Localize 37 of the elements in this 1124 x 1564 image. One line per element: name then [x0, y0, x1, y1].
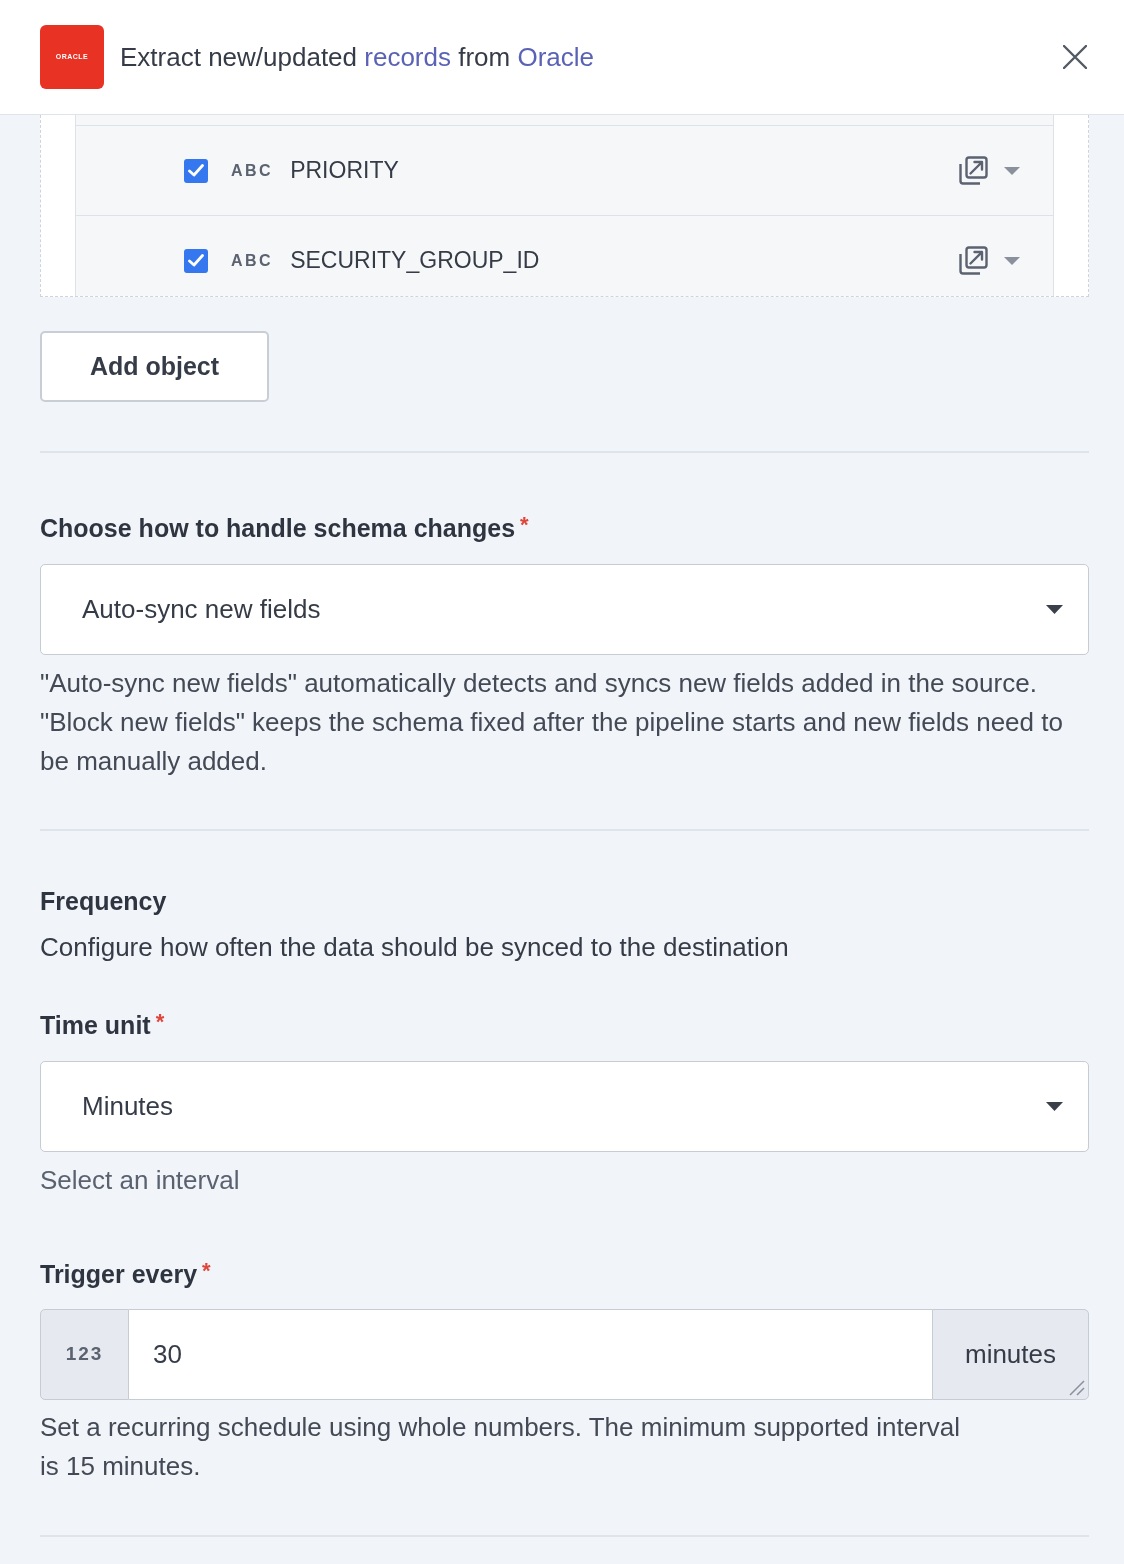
required-mark: * [202, 1259, 211, 1283]
unit-label: minutes [964, 1338, 1056, 1371]
time-unit-select[interactable]: Minutes [40, 1061, 1089, 1152]
close-button[interactable] [1060, 42, 1090, 72]
caret-down-icon [1046, 605, 1063, 614]
section-description: Configure how often the data should be synced to the destination [40, 932, 790, 962]
field-label: Trigger every [40, 1259, 198, 1289]
title-link[interactable]: Oracle [517, 41, 594, 72]
field-name: PRIORITY [290, 156, 399, 186]
resize-handle-icon[interactable] [1069, 1380, 1085, 1396]
dialog-title: Extract new/updated records from Oracle [120, 40, 594, 74]
close-icon [1063, 45, 1087, 69]
square-arrow-icon[interactable] [959, 246, 988, 275]
type-label: ABC [231, 250, 274, 271]
caret-down-icon[interactable] [1004, 166, 1020, 175]
schema-select[interactable]: Auto-sync new fields [40, 564, 1089, 655]
help-text: "Auto-sync new fields" automatically detects and syncs new fields added in the source. "Block new fields" keeps the schema fixed after the pipeline starts and new fields need to be manually added. [40, 667, 1064, 778]
field-label: Time unit [40, 1010, 151, 1040]
check-icon [188, 254, 204, 267]
caret-down-icon[interactable] [1004, 256, 1020, 265]
field-label: Choose how to handle schema changes [40, 513, 516, 543]
checkbox[interactable] [184, 158, 208, 183]
help-text: Select an interval [40, 1165, 241, 1195]
section-title: Frequency [40, 886, 168, 916]
caret-down-icon [1046, 1102, 1063, 1111]
number-prefix: 123 [40, 1309, 129, 1400]
title-link[interactable]: records [364, 41, 451, 72]
trigger-input[interactable]: 30 [129, 1309, 932, 1400]
add-object-button[interactable]: Add object [40, 331, 269, 402]
checkbox[interactable] [184, 248, 208, 273]
required-mark: * [155, 1010, 165, 1034]
field-name: SECURITY_GROUP_ID [290, 246, 540, 276]
check-icon [188, 164, 204, 177]
required-mark: * [520, 513, 529, 537]
type-label: ABC [231, 160, 274, 181]
square-arrow-icon[interactable] [959, 156, 988, 185]
help-text: Set a recurring schedule using whole numbers. The minimum supported interval is 15 minutes. [40, 1411, 962, 1483]
